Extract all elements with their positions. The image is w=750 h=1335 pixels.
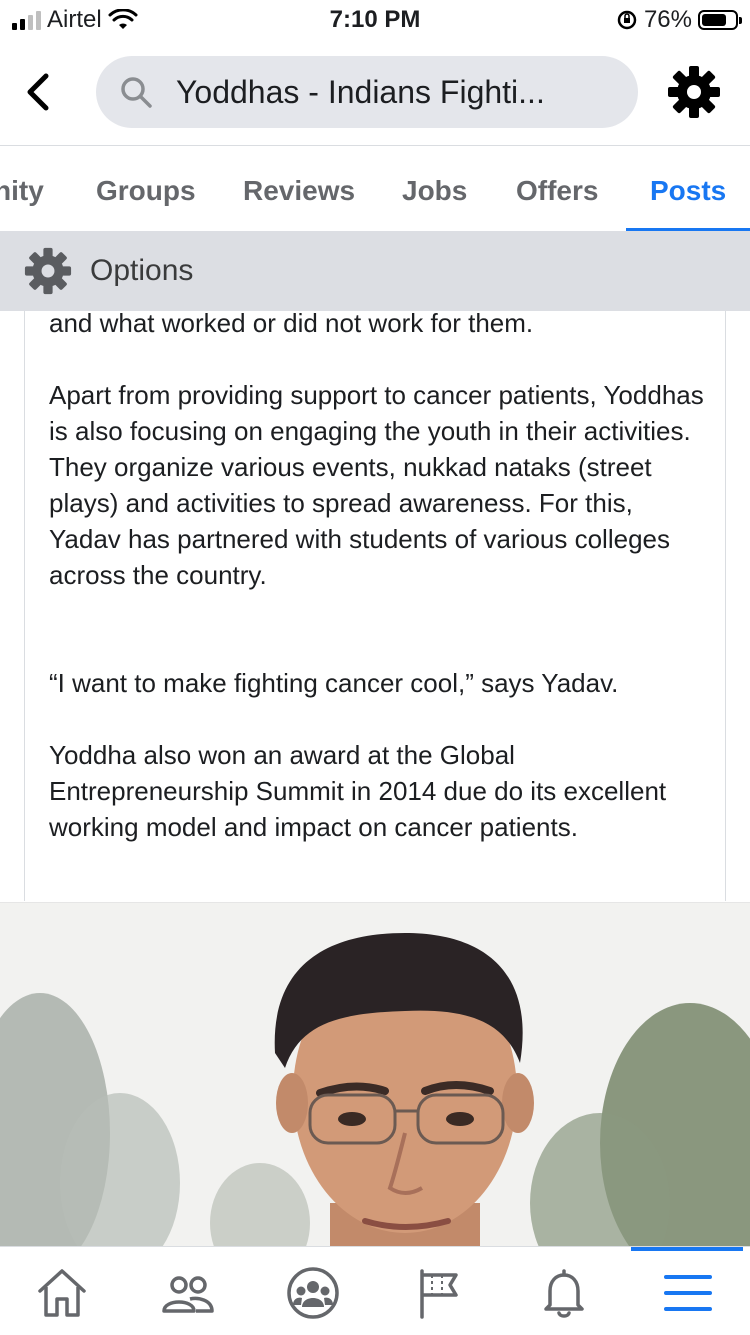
tab-groups[interactable]: Groups xyxy=(96,146,196,232)
search-icon xyxy=(121,77,152,108)
options-gear-icon xyxy=(24,247,72,295)
search-query-text: Yoddhas - Indians Fighti... xyxy=(176,73,545,110)
groups-icon[interactable] xyxy=(285,1265,341,1321)
article-paragraph: and what worked or did not work for them… xyxy=(49,311,534,338)
article-paragraph: “I want to make fighting cancer cool,” s… xyxy=(49,668,619,698)
post-photo[interactable] xyxy=(0,902,750,1247)
tab-community[interactable]: nity xyxy=(0,146,44,232)
tab-offers[interactable]: Offers xyxy=(516,146,598,232)
pages-flag-icon[interactable] xyxy=(410,1265,466,1321)
menu-icon[interactable] xyxy=(660,1265,716,1321)
status-right: 76% xyxy=(616,6,742,34)
notifications-bell-icon[interactable] xyxy=(536,1265,592,1321)
active-nav-indicator xyxy=(631,1247,743,1251)
battery-percent: 76% xyxy=(643,6,692,33)
settings-gear-icon[interactable] xyxy=(668,66,720,118)
page-tabs: nity Groups Reviews Jobs Offers Posts xyxy=(0,145,750,232)
article-paragraph: Apart from providing support to cancer p… xyxy=(49,380,704,590)
options-label: Options xyxy=(90,254,194,287)
back-chevron-icon[interactable] xyxy=(20,70,60,114)
article-paragraph: Yoddha also won an award at the Global E… xyxy=(49,740,667,842)
friends-icon[interactable] xyxy=(160,1265,216,1321)
search-field[interactable]: Yoddhas - Indians Fighti... xyxy=(96,56,638,128)
header: Yoddhas - Indians Fighti... xyxy=(0,44,750,144)
options-bar[interactable]: Options xyxy=(0,231,750,311)
status-bar: Airtel 7:10 PM 76% xyxy=(0,0,750,40)
bottom-navigation xyxy=(0,1246,750,1335)
tab-posts[interactable]: Posts xyxy=(650,146,726,232)
orientation-lock-icon xyxy=(617,10,637,30)
person-portrait-image xyxy=(0,903,750,1247)
post-article: and what worked or did not work for them… xyxy=(24,311,726,901)
tab-jobs[interactable]: Jobs xyxy=(402,146,467,232)
tab-reviews[interactable]: Reviews xyxy=(243,146,355,232)
battery-icon xyxy=(698,10,742,30)
home-icon[interactable] xyxy=(34,1265,90,1321)
